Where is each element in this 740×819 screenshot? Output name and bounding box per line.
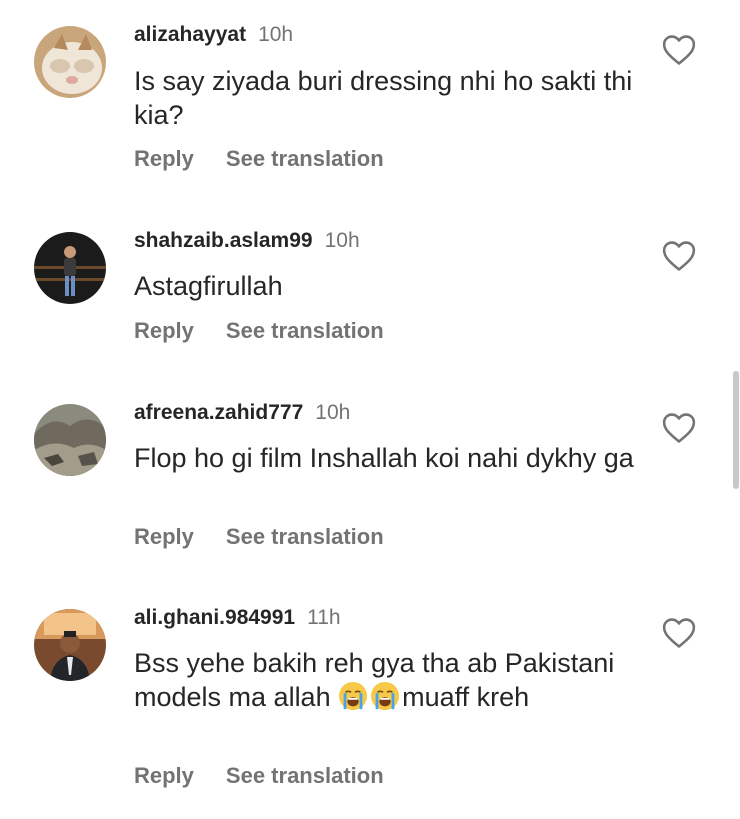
- comment-header: ali.ghani.984991 11h: [134, 606, 341, 630]
- comment-text: Is say ziyada buri dressing nhi ho sakti…: [134, 66, 633, 130]
- comment-text: Flop ho gi film Inshallah koi nahi dykhy…: [134, 443, 634, 473]
- timestamp: 11h: [307, 606, 341, 629]
- loudly-crying-face-icon: [339, 681, 368, 711]
- reply-button[interactable]: Reply: [134, 524, 194, 549]
- comment-header: alizahayyat 10h: [134, 23, 293, 47]
- comment-header: shahzaib.aslam99 10h: [134, 229, 360, 253]
- reply-button[interactable]: Reply: [134, 763, 194, 788]
- comment-text: Bss yehe bakih reh gya tha ab Pakistani …: [134, 646, 639, 714]
- timestamp: 10h: [324, 229, 360, 252]
- username[interactable]: shahzaib.aslam99: [134, 229, 313, 252]
- avatar[interactable]: [34, 404, 106, 476]
- reply-button[interactable]: Reply: [134, 146, 194, 171]
- comment-header: afreena.zahid777 10h: [134, 401, 350, 425]
- see-translation-button[interactable]: See translation: [226, 763, 384, 788]
- avatar[interactable]: [34, 26, 106, 98]
- comment-actions: Reply See translation: [134, 318, 384, 344]
- username[interactable]: ali.ghani.984991: [134, 606, 295, 629]
- comment-actions: Reply See translation: [134, 146, 384, 172]
- heart-outline-icon[interactable]: [662, 34, 696, 66]
- timestamp: 10h: [315, 401, 351, 424]
- comment-text: Astagfirullah: [134, 271, 283, 301]
- heart-outline-icon[interactable]: [662, 412, 696, 444]
- heart-outline-icon[interactable]: [662, 617, 696, 649]
- comment-actions: Reply See translation: [134, 763, 384, 789]
- avatar[interactable]: [34, 232, 106, 304]
- reply-button[interactable]: Reply: [134, 318, 194, 343]
- avatar[interactable]: [34, 609, 106, 681]
- see-translation-button[interactable]: See translation: [226, 318, 384, 343]
- loudly-crying-face-icon: [371, 681, 400, 711]
- heart-outline-icon[interactable]: [662, 240, 696, 272]
- see-translation-button[interactable]: See translation: [226, 146, 384, 171]
- username[interactable]: afreena.zahid777: [134, 401, 303, 424]
- timestamp: 10h: [258, 23, 294, 46]
- see-translation-button[interactable]: See translation: [226, 524, 384, 549]
- comment-text-part: muaff kreh: [402, 682, 530, 712]
- scrollbar[interactable]: [733, 371, 739, 489]
- username[interactable]: alizahayyat: [134, 23, 246, 46]
- comment-actions: Reply See translation: [134, 524, 384, 550]
